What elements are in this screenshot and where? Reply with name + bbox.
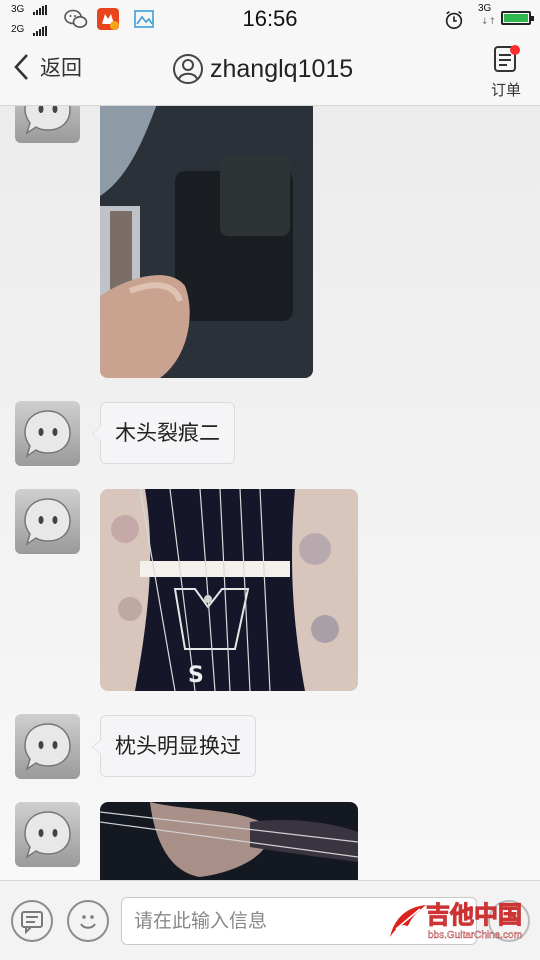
contact-name: zhanglq1015 — [210, 54, 354, 83]
message-list-icon — [21, 911, 43, 935]
back-label: 返回 — [40, 56, 82, 80]
nav-bar: 返回 zhanglq1015 订单 — [0, 38, 540, 106]
back-button[interactable]: 返回 — [12, 52, 82, 82]
emoji-button[interactable] — [67, 900, 109, 942]
contact-avatar[interactable] — [15, 714, 80, 779]
status-bar: 3G 2G 16:56 3G ↓↑ — [0, 0, 540, 38]
default-avatar-icon — [24, 498, 71, 546]
more-options-button[interactable] — [488, 900, 530, 942]
message-list-button[interactable] — [11, 900, 53, 942]
battery-icon — [501, 11, 534, 25]
photo-content: S — [100, 489, 358, 691]
guitar-wood-crack-photo[interactable] — [100, 106, 313, 378]
default-avatar-icon — [24, 811, 71, 859]
contact-avatar[interactable] — [15, 489, 80, 554]
data-network-type: 3G — [478, 3, 492, 14]
alarm-clock-icon — [445, 11, 463, 30]
chat-message-list[interactable]: 木头裂痕二 S 枕头明显换过 — [0, 106, 540, 880]
user-profile-icon[interactable] — [172, 53, 204, 85]
default-avatar-icon — [24, 723, 71, 771]
contact-avatar[interactable] — [15, 106, 80, 143]
photo-content — [100, 802, 358, 880]
chevron-left-icon — [14, 54, 28, 80]
message-bubble[interactable]: 木头裂痕二 — [92, 402, 235, 464]
default-avatar-icon — [24, 410, 71, 458]
order-button[interactable]: 订单 — [486, 45, 526, 100]
order-list-icon — [494, 45, 520, 72]
message-input-bar: 吉他中国 bbs.GuitarChina.com — [0, 880, 540, 960]
data-activity-icon: ↓↑ — [481, 17, 497, 27]
guitar-headstock-photo[interactable] — [100, 802, 358, 880]
contact-avatar[interactable] — [15, 401, 80, 466]
chat-title: zhanglq1015 — [172, 53, 353, 85]
guitar-bridge-strings-photo[interactable]: S — [100, 489, 358, 691]
order-badge — [510, 45, 520, 55]
default-avatar-icon — [24, 106, 71, 135]
contact-avatar[interactable] — [15, 802, 80, 867]
photo-content — [100, 106, 313, 378]
svg-text:S: S — [188, 663, 204, 688]
order-label: 订单 — [490, 81, 521, 99]
message-input[interactable] — [121, 897, 477, 945]
emoji-face-icon — [80, 915, 96, 929]
message-bubble[interactable]: 枕头明显换过 — [92, 715, 256, 777]
